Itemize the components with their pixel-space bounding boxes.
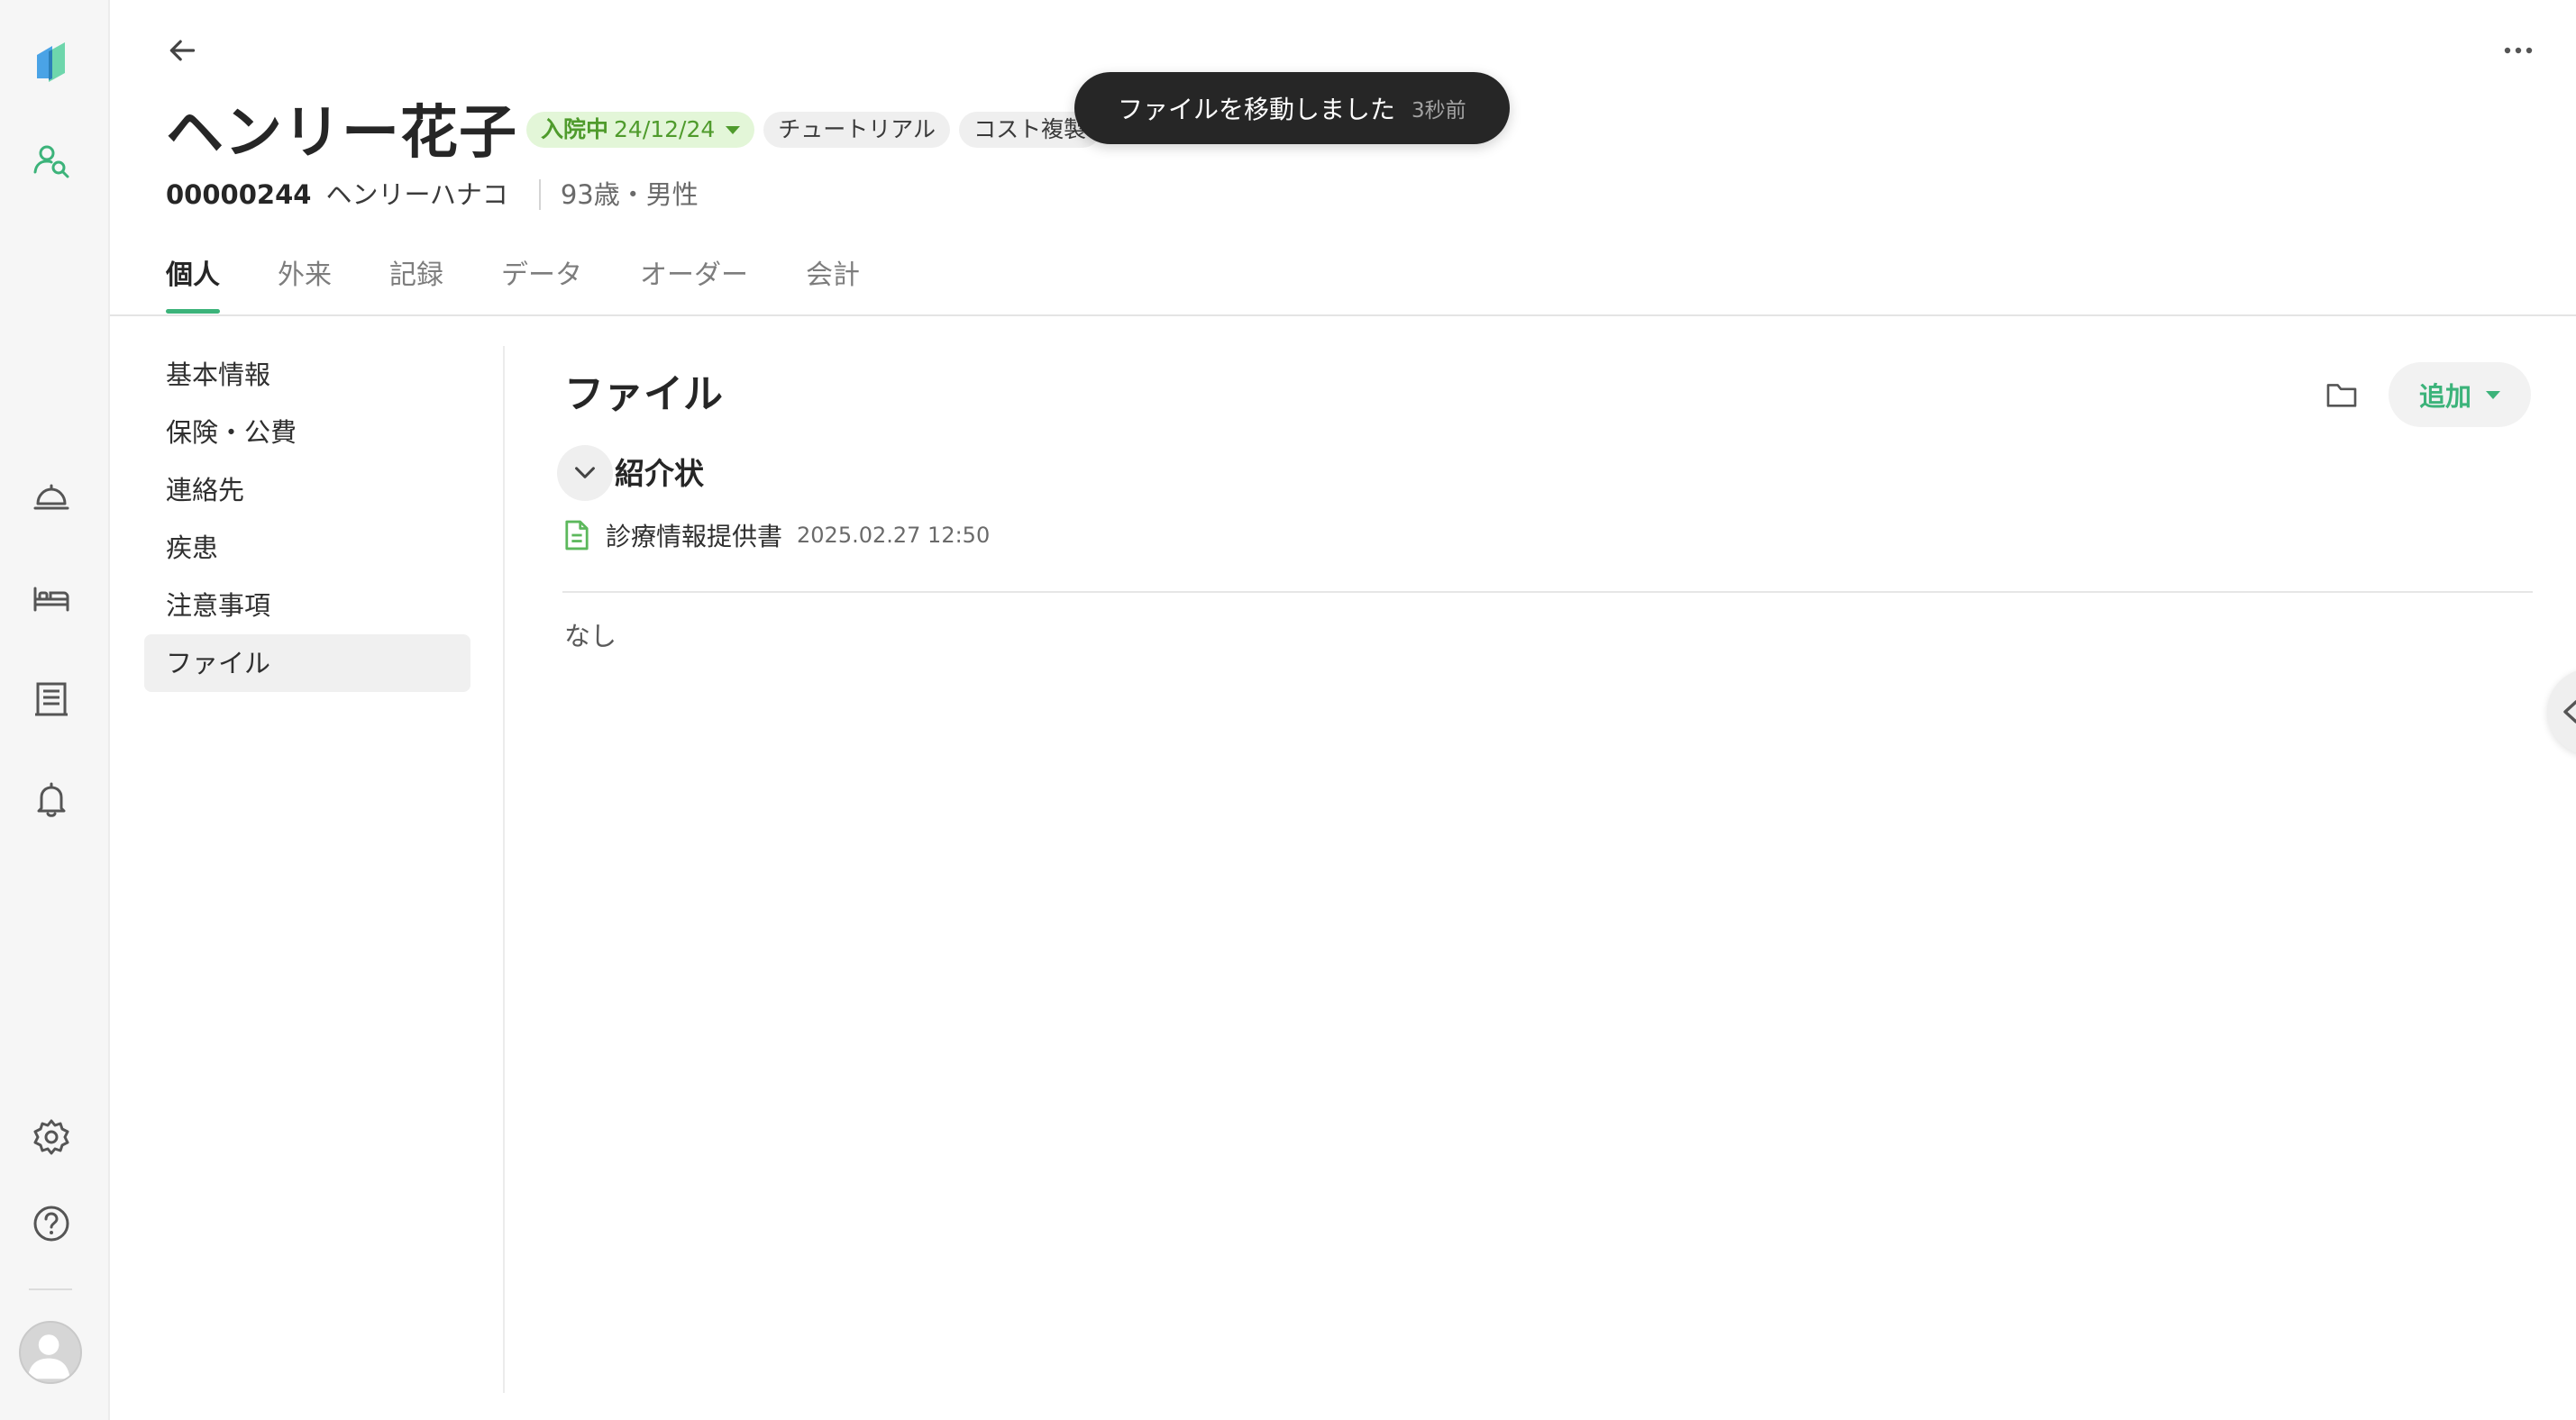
status-date: 24/12/24 [614, 116, 716, 142]
file-item[interactable]: 診療情報提供書 2025.02.27 12:50 [564, 514, 990, 557]
tab-bar: 個人 外来 記録 データ オーダー 会計 [166, 252, 860, 314]
file-name: 診療情報提供書 [606, 522, 783, 551]
tabs-divider [110, 314, 2576, 316]
list-icon[interactable] [19, 667, 84, 732]
side-item-diseases[interactable]: 疾患 [144, 519, 470, 577]
side-menu: 基本情報 保険・公費 連絡先 疾患 注意事項 ファイル [144, 346, 470, 692]
patient-id: 00000244 [166, 179, 312, 210]
bed-icon[interactable] [19, 566, 84, 631]
patient-age-sex: 93歳・男性 [560, 179, 699, 210]
side-panel-toggle[interactable] [2547, 669, 2576, 755]
tag-chip[interactable]: チュートリアル [763, 112, 951, 148]
help-icon[interactable] [19, 1191, 84, 1256]
tab-outpatient[interactable]: 外来 [278, 252, 332, 314]
avatar[interactable] [19, 1321, 82, 1384]
empty-state-text: なし [564, 621, 617, 651]
add-button-label: 追加 [2418, 381, 2471, 412]
side-item-basic-info[interactable]: 基本情報 [144, 346, 470, 404]
patient-search-icon[interactable] [19, 128, 84, 193]
chevron-down-icon [2486, 390, 2500, 399]
divider [538, 179, 541, 210]
chevron-down-icon [726, 125, 741, 134]
file-group-title: 紹介状 [615, 456, 704, 491]
chevron-down-icon [575, 467, 595, 478]
ellipsis-icon [2504, 47, 2533, 54]
tab-orders[interactable]: オーダー [640, 252, 748, 314]
patient-name: ヘンリー花子 [166, 100, 517, 167]
status-label: 入院中 [541, 116, 609, 142]
content-divider [503, 346, 505, 1393]
admission-status-chip[interactable]: 入院中 24/12/24 [526, 112, 755, 148]
gear-icon[interactable] [19, 1105, 84, 1170]
document-icon [565, 520, 589, 551]
logo-icon[interactable] [19, 31, 84, 96]
side-item-contacts[interactable]: 連絡先 [144, 461, 470, 519]
toast-time: 3秒前 [1411, 99, 1466, 123]
group-collapse-toggle[interactable] [557, 445, 613, 501]
patient-subline: 00000244 ヘンリーハナコ 93歳・男性 [166, 177, 699, 213]
tab-data[interactable]: データ [501, 252, 582, 314]
folder-button[interactable] [2316, 369, 2367, 420]
left-rail [0, 0, 110, 1420]
side-item-files[interactable]: ファイル [144, 634, 470, 692]
tab-records[interactable]: 記録 [389, 252, 443, 314]
side-item-notes[interactable]: 注意事項 [144, 577, 470, 634]
tab-billing[interactable]: 会計 [806, 252, 860, 314]
chevron-left-icon [2563, 700, 2576, 724]
rail-divider [29, 1288, 72, 1290]
section-divider [562, 591, 2533, 593]
notification-bell-icon[interactable] [19, 768, 84, 833]
arrow-left-icon [169, 40, 196, 61]
patient-kana: ヘンリーハナコ [325, 179, 508, 210]
section-title: ファイル [564, 371, 723, 417]
add-button[interactable]: 追加 [2389, 362, 2531, 427]
reception-bell-icon[interactable] [19, 465, 84, 530]
folder-icon [2326, 384, 2357, 407]
side-item-insurance[interactable]: 保険・公費 [144, 404, 470, 461]
patient-chips: 入院中 24/12/24 チュートリアル コスト複製 [526, 112, 1101, 148]
toast-notification: ファイルを移動しました 3秒前 [1074, 72, 1510, 144]
tab-personal[interactable]: 個人 [166, 252, 220, 314]
toast-message: ファイルを移動しました [1118, 95, 1396, 124]
file-date: 2025.02.27 12:50 [797, 523, 991, 548]
more-menu-button[interactable] [2493, 27, 2544, 74]
back-button[interactable] [159, 27, 206, 74]
